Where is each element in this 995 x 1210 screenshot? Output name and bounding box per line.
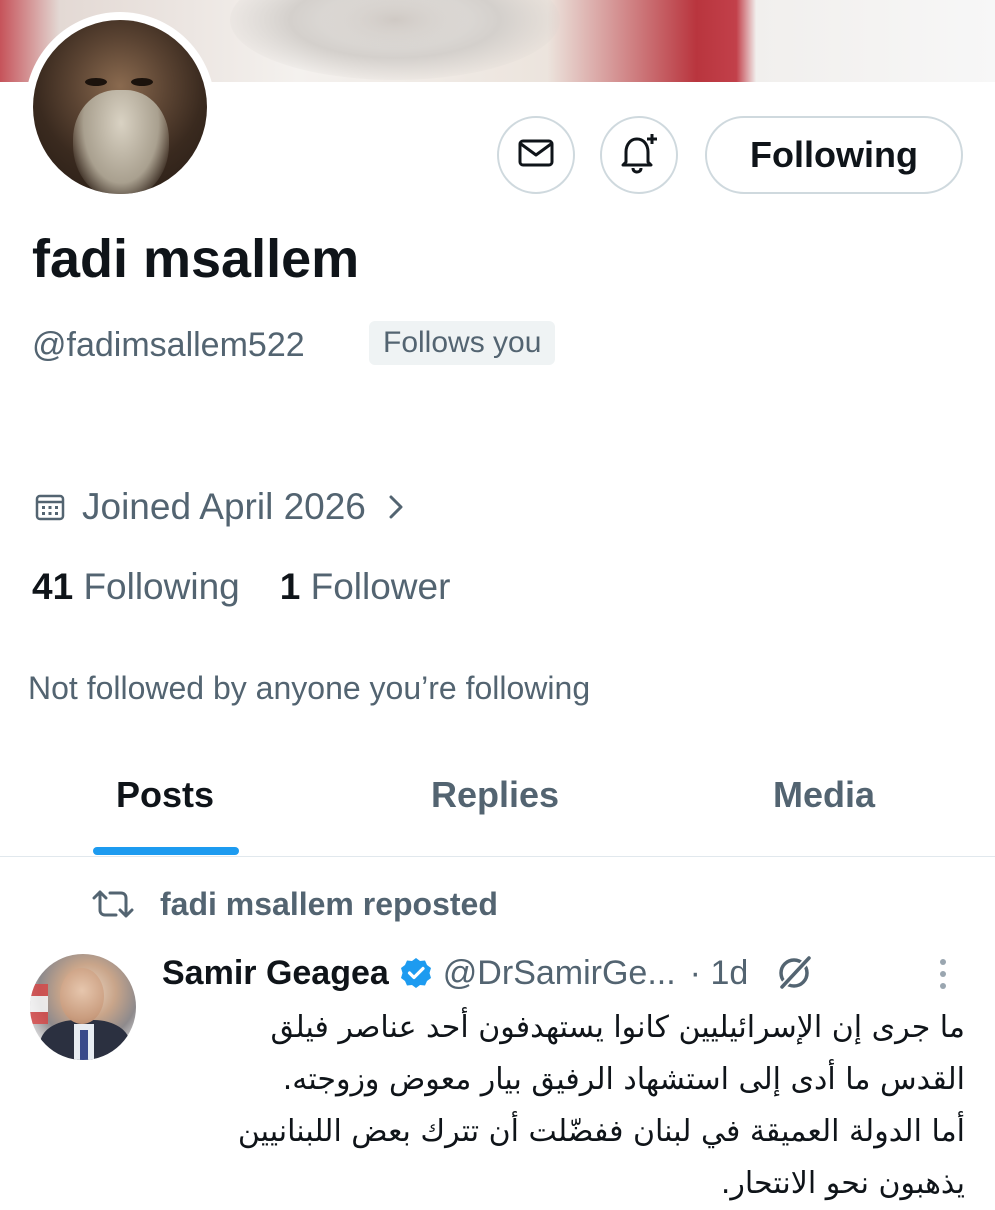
post-text-line: يذهبون نحو الانتحار. xyxy=(720,1166,965,1201)
post-body[interactable]: ما جرى إن الإسرائيليين كانوا يستهدفون أح… xyxy=(160,1002,965,1210)
avatar-tie xyxy=(80,1030,88,1060)
follow-stats: 41 Following 1 Follower xyxy=(32,566,450,608)
chevron-right-icon xyxy=(386,492,406,522)
profile-avatar[interactable] xyxy=(25,12,215,202)
calendar-icon xyxy=(34,491,66,523)
grok-icon[interactable] xyxy=(774,953,814,993)
post-text-line: ما جرى إن الإسرائيليين كانوا يستهدفون أح… xyxy=(270,1010,966,1045)
tab-media[interactable]: Media xyxy=(773,774,875,816)
tab-replies[interactable]: Replies xyxy=(431,774,559,816)
repost-label: fadi msallem reposted xyxy=(160,885,498,922)
bell-plus-icon xyxy=(616,130,662,181)
avatar-flag-detail xyxy=(30,984,48,1024)
following-count: 41 xyxy=(32,566,74,607)
followers-stat[interactable]: 1 Follower xyxy=(280,566,451,607)
joined-date-text: Joined April 2026 xyxy=(82,486,366,527)
following-button[interactable]: Following xyxy=(705,116,963,194)
post-text-line: أما الدولة العميقة في لبنان ففضّلت أن تت… xyxy=(237,1114,965,1149)
post-author-handle[interactable]: @DrSamirGe... xyxy=(443,954,676,993)
following-stat[interactable]: 41 Following xyxy=(32,566,240,607)
repost-indicator[interactable]: fadi msallem reposted xyxy=(92,882,498,926)
more-options-icon[interactable] xyxy=(930,954,956,994)
post-text-line: القدس ما أدى إلى استشهاد الرفيق بيار معو… xyxy=(282,1062,965,1097)
verified-badge-icon xyxy=(399,956,433,990)
avatar-head xyxy=(60,968,104,1024)
followers-count: 1 xyxy=(279,566,301,607)
avatar-beard xyxy=(73,90,169,194)
following-label: Following xyxy=(83,566,240,607)
not-followed-note: Not followed by anyone you’re following xyxy=(28,670,591,706)
profile-name: fadi msallem xyxy=(32,229,360,289)
followers-label: Follower xyxy=(310,566,451,607)
active-tab-indicator xyxy=(93,847,239,855)
post-header: Samir Geagea @DrSamirGe... · 1d xyxy=(162,950,814,996)
post-author-avatar[interactable] xyxy=(30,954,136,1060)
avatar-eye-left xyxy=(85,78,107,86)
message-button[interactable] xyxy=(497,116,575,194)
tab-posts[interactable]: Posts xyxy=(116,774,214,816)
profile-tabs: Posts Replies Media xyxy=(0,740,995,857)
profile-handle: @fadimsallem522 xyxy=(32,326,305,364)
avatar-image xyxy=(33,20,207,194)
follows-you-badge: Follows you xyxy=(369,321,556,365)
post-author-name[interactable]: Samir Geagea xyxy=(162,954,389,993)
joined-date-row[interactable]: Joined April 2026 xyxy=(34,484,406,530)
notifications-button[interactable] xyxy=(600,116,678,194)
envelope-icon xyxy=(516,133,556,178)
avatar-eye-right xyxy=(131,78,153,86)
repost-icon xyxy=(92,888,134,920)
post-timestamp[interactable]: · 1d xyxy=(690,954,749,993)
